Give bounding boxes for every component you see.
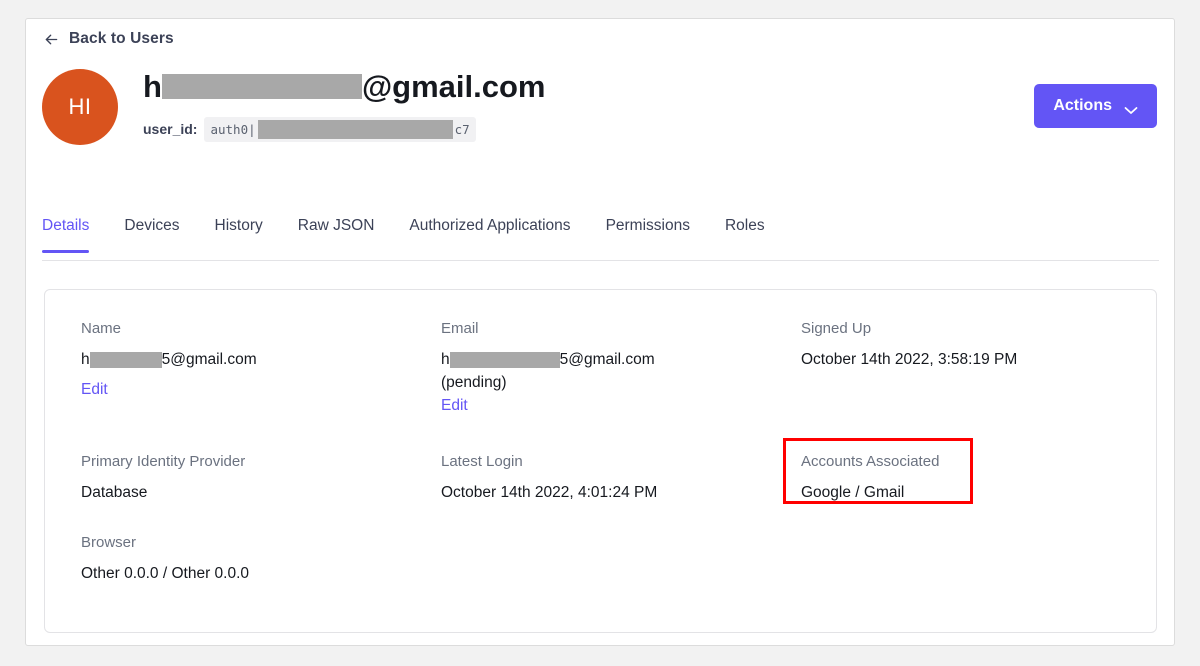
back-to-users-link[interactable]: Back to Users	[43, 30, 174, 48]
field-browser-label: Browser	[81, 534, 137, 551]
details-row-1: Name h 5@gmail.com Edit Email h 5@gmail.…	[81, 320, 1161, 415]
user-detail-panel: Back to Users HI h @gmail.com user_id: a…	[25, 18, 1175, 646]
user-id-prefix: auth0|	[210, 121, 256, 137]
tab-authorized-applications[interactable]: Authorized Applications	[409, 199, 570, 252]
field-name-label: Name	[81, 320, 122, 337]
field-email-label: Email	[441, 320, 479, 337]
field-email-value-suffix: 5@gmail.com	[559, 351, 655, 368]
field-latest-login-label: Latest Login	[441, 453, 523, 470]
actions-button[interactable]: Actions	[1034, 84, 1157, 128]
arrow-left-icon	[43, 31, 60, 48]
tab-bar: Details Devices History Raw JSON Authori…	[42, 199, 1159, 261]
tab-roles[interactable]: Roles	[725, 199, 765, 252]
field-email-status: (pending)	[441, 374, 507, 392]
avatar: HI	[42, 69, 118, 145]
edit-name-link[interactable]: Edit	[81, 381, 108, 399]
page-title: h @gmail.com	[143, 69, 546, 104]
field-latest-login: Latest Login October 14th 2022, 4:01:24 …	[441, 453, 801, 504]
field-primary-identity-provider: Primary Identity Provider Database	[81, 453, 441, 504]
field-accounts-associated-value: Google / Gmail	[801, 484, 905, 501]
user-id-value[interactable]: auth0| c7	[204, 116, 476, 142]
field-browser-value: Other 0.0.0 / Other 0.0.0	[81, 565, 250, 582]
redacted-bar	[89, 352, 162, 369]
details-card: Name h 5@gmail.com Edit Email h 5@gmail.…	[44, 289, 1157, 633]
tab-label: Raw JSON	[297, 217, 375, 234]
page-title-prefix: h	[143, 69, 162, 104]
details-row-3: Browser Other 0.0.0 / Other 0.0.0	[81, 534, 441, 585]
tab-history[interactable]: History	[215, 199, 263, 252]
user-identity-header: HI h @gmail.com user_id: auth0| c7	[42, 67, 546, 145]
field-email-value-prefix: h	[441, 351, 450, 368]
field-name: Name h 5@gmail.com Edit	[81, 320, 441, 415]
tab-raw-json[interactable]: Raw JSON	[298, 199, 375, 252]
redacted-bar	[161, 73, 362, 99]
user-id-label: user_id:	[143, 121, 198, 138]
user-id-row: user_id: auth0| c7	[143, 116, 546, 142]
back-to-users-label: Back to Users	[69, 30, 174, 47]
redacted-bar	[449, 352, 560, 369]
field-name-value: h 5@gmail.com	[81, 349, 441, 371]
tab-label: History	[214, 217, 263, 234]
actions-button-label: Actions	[1053, 97, 1112, 114]
field-signed-up-value: October 14th 2022, 3:58:19 PM	[801, 351, 1018, 368]
field-primary-identity-provider-value: Database	[81, 484, 148, 501]
identity-text: h @gmail.com user_id: auth0| c7	[143, 67, 546, 142]
page-title-suffix: @gmail.com	[361, 69, 546, 104]
field-name-value-suffix: 5@gmail.com	[161, 351, 257, 368]
field-latest-login-value: October 14th 2022, 4:01:24 PM	[441, 484, 658, 501]
field-accounts-associated-label: Accounts Associated	[801, 453, 940, 470]
avatar-initials: HI	[68, 94, 92, 119]
edit-email-link[interactable]: Edit	[441, 397, 468, 415]
field-email-value: h 5@gmail.com	[441, 349, 801, 371]
field-email: Email h 5@gmail.com (pending) Edit	[441, 320, 801, 415]
tab-label: Permissions	[605, 217, 690, 234]
field-browser: Browser Other 0.0.0 / Other 0.0.0	[81, 534, 441, 585]
tab-label: Devices	[124, 217, 180, 234]
tab-devices[interactable]: Devices	[124, 199, 179, 252]
app-root: Back to Users HI h @gmail.com user_id: a…	[0, 0, 1200, 666]
tab-details[interactable]: Details	[42, 199, 90, 253]
field-signed-up: Signed Up October 14th 2022, 3:58:19 PM	[801, 320, 1161, 415]
chevron-down-icon	[1124, 102, 1138, 114]
tab-label: Roles	[724, 217, 765, 234]
tab-permissions[interactable]: Permissions	[606, 199, 690, 252]
user-id-suffix: c7	[454, 121, 470, 137]
field-name-value-prefix: h	[81, 351, 90, 368]
field-primary-identity-provider-label: Primary Identity Provider	[81, 453, 246, 470]
field-accounts-associated: Accounts Associated Google / Gmail	[783, 438, 1161, 504]
redacted-bar	[257, 119, 453, 139]
details-row-2: Primary Identity Provider Database Lates…	[81, 438, 1161, 504]
tab-label: Details	[42, 217, 90, 234]
field-signed-up-label: Signed Up	[801, 320, 872, 337]
tab-label: Authorized Applications	[409, 217, 571, 234]
